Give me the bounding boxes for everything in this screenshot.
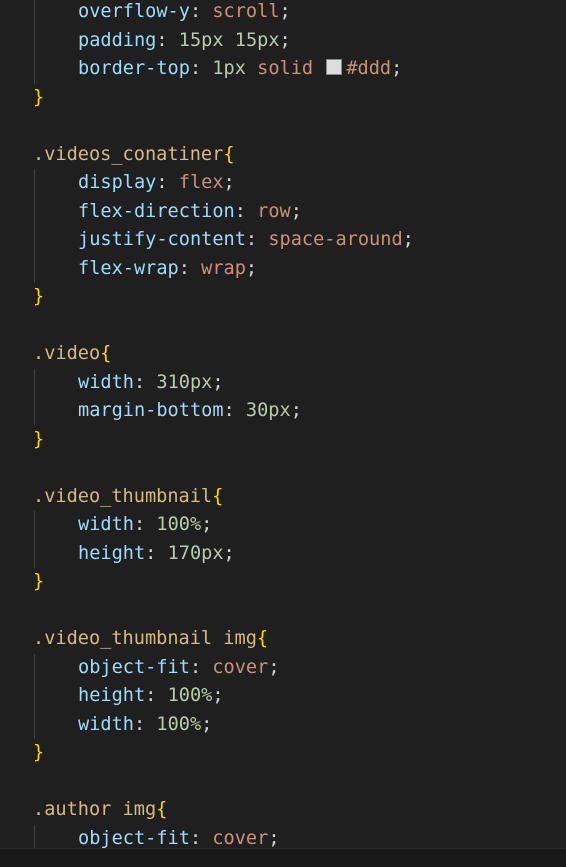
css-number: 170px bbox=[167, 542, 224, 564]
closing-brace: } bbox=[33, 742, 45, 763]
opening-brace: { bbox=[256, 628, 269, 649]
css-property: object-fit bbox=[78, 656, 190, 678]
opening-brace: { bbox=[156, 799, 168, 820]
css-number: 310px bbox=[156, 371, 213, 393]
code-line[interactable]: .video_thumbnail img{ bbox=[0, 625, 566, 654]
css-property: justify-content bbox=[78, 229, 246, 250]
css-property: width bbox=[78, 514, 134, 535]
css-selector: .videos_conatiner bbox=[33, 143, 224, 165]
indent-guide bbox=[34, 197, 35, 226]
code-line[interactable]: .video_thumbnail{ bbox=[0, 483, 566, 512]
closing-brace: } bbox=[33, 571, 45, 592]
indent-guide bbox=[34, 653, 35, 682]
code-line[interactable]: .videos_conatiner{ bbox=[0, 141, 566, 170]
code-line[interactable]: flex-wrap: wrap; bbox=[0, 254, 566, 283]
css-property: height bbox=[78, 685, 146, 706]
code-line[interactable]: width: 100%; bbox=[0, 710, 566, 739]
css-property: flex-wrap bbox=[78, 257, 179, 279]
css-property: width bbox=[78, 371, 134, 393]
code-line[interactable]: } bbox=[0, 568, 566, 597]
css-number: 100% bbox=[156, 713, 202, 735]
css-number: 30px bbox=[245, 400, 291, 421]
css-number: 15px bbox=[178, 29, 224, 51]
code-line-empty[interactable] bbox=[0, 312, 566, 341]
closing-brace: } bbox=[33, 286, 45, 307]
css-value: wrap bbox=[201, 257, 246, 279]
code-line[interactable]: border-top: 1px solid #ddd; bbox=[0, 55, 566, 84]
css-value: cover bbox=[212, 656, 269, 678]
indent-guide bbox=[34, 511, 35, 540]
code-line[interactable]: } bbox=[0, 739, 566, 768]
css-number: 100% bbox=[156, 514, 202, 535]
opening-brace: { bbox=[212, 485, 224, 507]
css-property: margin-bottom bbox=[78, 400, 224, 421]
color-swatch-icon[interactable] bbox=[326, 59, 343, 75]
indent-guide bbox=[34, 0, 35, 27]
css-selector: .video_thumbnail img bbox=[33, 628, 257, 649]
code-line[interactable]: padding: 15px 15px; bbox=[0, 26, 566, 55]
code-line[interactable]: overflow-y: scroll; bbox=[0, 0, 566, 27]
css-property: display bbox=[78, 172, 157, 193]
code-line[interactable]: flex-direction: row; bbox=[0, 197, 566, 226]
css-selector: .video bbox=[33, 343, 101, 364]
css-number: 100% bbox=[167, 685, 213, 706]
code-line[interactable]: .video{ bbox=[0, 340, 566, 369]
code-editor[interactable]: overflow-y: scroll; padding: 15px 15px; … bbox=[0, 0, 566, 848]
code-line[interactable]: } bbox=[0, 426, 566, 455]
css-property: object-fit bbox=[78, 827, 190, 849]
css-value: solid bbox=[257, 58, 314, 79]
status-bar bbox=[0, 848, 566, 867]
opening-brace: { bbox=[223, 143, 235, 165]
opening-brace: { bbox=[100, 343, 112, 364]
indent-guide bbox=[34, 682, 35, 711]
code-line[interactable]: justify-content: space-around; bbox=[0, 226, 566, 255]
code-line-empty[interactable] bbox=[0, 454, 566, 483]
indent-guide bbox=[34, 254, 35, 283]
code-line[interactable]: display: flex; bbox=[0, 169, 566, 198]
css-value: scroll bbox=[212, 1, 280, 22]
code-line[interactable]: .author img{ bbox=[0, 796, 566, 825]
indent-guide bbox=[34, 368, 35, 397]
css-value: flex bbox=[178, 172, 224, 193]
css-value: cover bbox=[212, 827, 269, 849]
indent-guide bbox=[34, 169, 35, 198]
indent-guide bbox=[34, 226, 35, 255]
code-line[interactable]: object-fit: cover; bbox=[0, 653, 566, 682]
closing-brace: } bbox=[33, 428, 45, 450]
code-line[interactable]: width: 100%; bbox=[0, 511, 566, 540]
code-lines: overflow-y: scroll; padding: 15px 15px; … bbox=[0, 0, 566, 848]
css-selector: .author img bbox=[33, 799, 157, 820]
css-property: padding bbox=[78, 29, 157, 51]
code-line[interactable]: object-fit: cover; bbox=[0, 824, 566, 849]
indent-guide bbox=[34, 26, 35, 55]
code-line[interactable]: width: 310px; bbox=[0, 368, 566, 397]
code-line[interactable]: margin-bottom: 30px; bbox=[0, 397, 566, 426]
closing-brace: } bbox=[33, 86, 45, 108]
css-property: border-top bbox=[78, 58, 190, 79]
code-line[interactable]: height: 100%; bbox=[0, 682, 566, 711]
indent-guide bbox=[34, 397, 35, 426]
css-value: row bbox=[257, 200, 291, 222]
css-property: width bbox=[78, 713, 134, 735]
css-value: space-around bbox=[268, 229, 403, 250]
code-line[interactable]: } bbox=[0, 84, 566, 113]
code-line-empty[interactable] bbox=[0, 112, 566, 141]
css-property: overflow-y bbox=[78, 1, 190, 22]
css-color-value: #ddd bbox=[346, 58, 392, 79]
indent-guide bbox=[34, 539, 35, 568]
indent-guide bbox=[34, 55, 35, 84]
css-number: 1px bbox=[212, 58, 246, 79]
indent-guide bbox=[34, 710, 35, 739]
css-property: flex-direction bbox=[78, 200, 235, 222]
code-line-empty[interactable] bbox=[0, 597, 566, 626]
code-line-empty[interactable] bbox=[0, 768, 566, 797]
css-number: 15px bbox=[234, 29, 280, 51]
css-selector: .video_thumbnail bbox=[33, 485, 213, 507]
code-line[interactable]: height: 170px; bbox=[0, 539, 566, 568]
css-property: height bbox=[78, 542, 146, 564]
indent-guide bbox=[34, 824, 35, 848]
code-line[interactable]: } bbox=[0, 283, 566, 312]
